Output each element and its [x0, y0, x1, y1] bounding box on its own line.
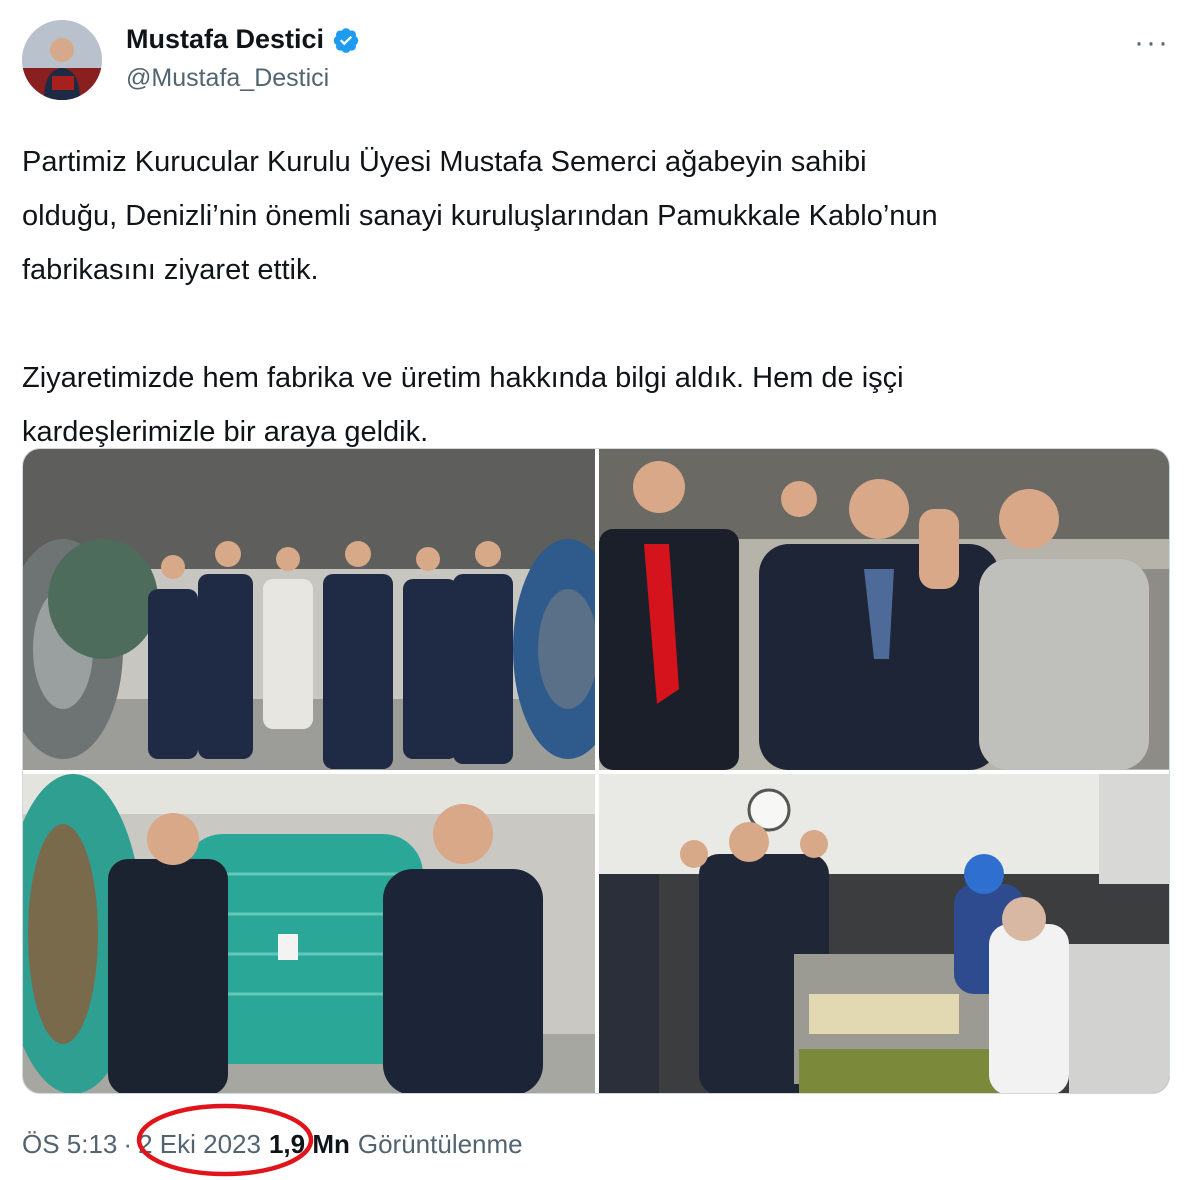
- meta-separator: ·: [123, 1129, 133, 1159]
- author-handle[interactable]: @Mustafa_Destici: [126, 64, 329, 93]
- tweet-photo-2[interactable]: [599, 449, 1169, 770]
- views-label: Görüntülenme: [357, 1129, 523, 1159]
- tweet-time[interactable]: ÖS 5:13: [22, 1129, 117, 1160]
- tweet-media-grid: [22, 448, 1170, 1094]
- author-name-row: Mustafa Destici: [126, 24, 360, 55]
- tweet-photo-3[interactable]: [23, 774, 595, 1093]
- tweet-photo-1[interactable]: [23, 449, 595, 770]
- author-display-name[interactable]: Mustafa Destici: [126, 24, 324, 55]
- more-options-icon[interactable]: ···: [1134, 26, 1170, 60]
- annotation-circle: [136, 1103, 314, 1177]
- author-avatar[interactable]: [22, 20, 102, 100]
- tweet-photo-4[interactable]: [599, 774, 1169, 1093]
- tweet-text: Partimiz Kurucular Kurulu Üyesi Mustafa …: [22, 146, 938, 448]
- verified-badge-icon: [332, 26, 360, 54]
